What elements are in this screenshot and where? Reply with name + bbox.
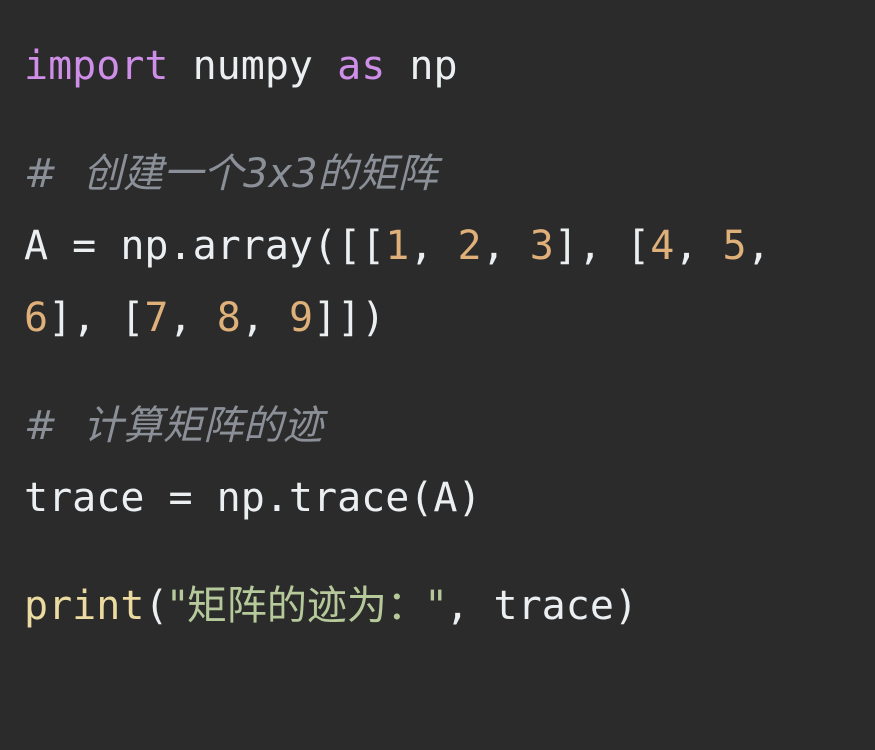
- separator: ,: [240, 295, 289, 341]
- code-line-trace-assignment[interactable]: trace = np.trace(A): [24, 462, 865, 534]
- number-6: 6: [24, 295, 49, 341]
- code-line-array-part2[interactable]: 6], [7, 8, 9]]): [24, 282, 865, 354]
- keyword-import: import: [24, 43, 169, 89]
- separator: ,: [409, 223, 458, 269]
- code-line-comment-trace[interactable]: # 计算矩阵的迹: [24, 390, 865, 462]
- separator: ,: [674, 223, 723, 269]
- string-literal-trace-label: "矩阵的迹为：": [168, 583, 446, 629]
- code-line-array-part1[interactable]: A = np.array([[1, 2, 3], [4, 5,: [24, 210, 865, 282]
- code-line-comment-matrix[interactable]: # 创建一个3x3的矩阵: [24, 138, 865, 210]
- module-alias-np: np: [409, 43, 458, 89]
- separator: ,: [746, 223, 771, 269]
- separator: ,: [445, 583, 494, 629]
- number-4: 4: [650, 223, 675, 269]
- keyword-as: as: [337, 43, 386, 89]
- number-9: 9: [288, 295, 314, 341]
- code-line-print[interactable]: print("矩阵的迹为：", trace): [24, 570, 865, 642]
- open-paren: (: [144, 583, 169, 629]
- separator: ,: [481, 223, 530, 269]
- separator: ,: [168, 295, 217, 341]
- comment-create-matrix: # 创建一个3x3的矩阵: [24, 151, 438, 197]
- number-5: 5: [722, 223, 747, 269]
- number-2: 2: [457, 223, 482, 269]
- assignment-array-call: A = np.array([[: [24, 223, 386, 269]
- code-editor-pane[interactable]: import numpy as np # 创建一个3x3的矩阵 A = np.a…: [0, 0, 875, 750]
- number-3: 3: [529, 223, 554, 269]
- separator: ], [: [48, 295, 145, 341]
- separator: ]]): [313, 295, 386, 341]
- number-1: 1: [385, 223, 410, 269]
- number-7: 7: [144, 295, 169, 341]
- number-8: 8: [216, 295, 241, 341]
- code-line-import[interactable]: import numpy as np: [24, 30, 865, 102]
- separator: ], [: [553, 223, 651, 269]
- close-paren: ): [613, 583, 638, 629]
- function-print: print: [24, 583, 145, 629]
- comment-compute-trace: # 计算矩阵的迹: [24, 403, 323, 449]
- assignment-trace: trace = np.trace(A): [24, 475, 482, 521]
- argument-trace: trace: [493, 583, 614, 629]
- module-name-numpy: numpy: [192, 43, 314, 89]
